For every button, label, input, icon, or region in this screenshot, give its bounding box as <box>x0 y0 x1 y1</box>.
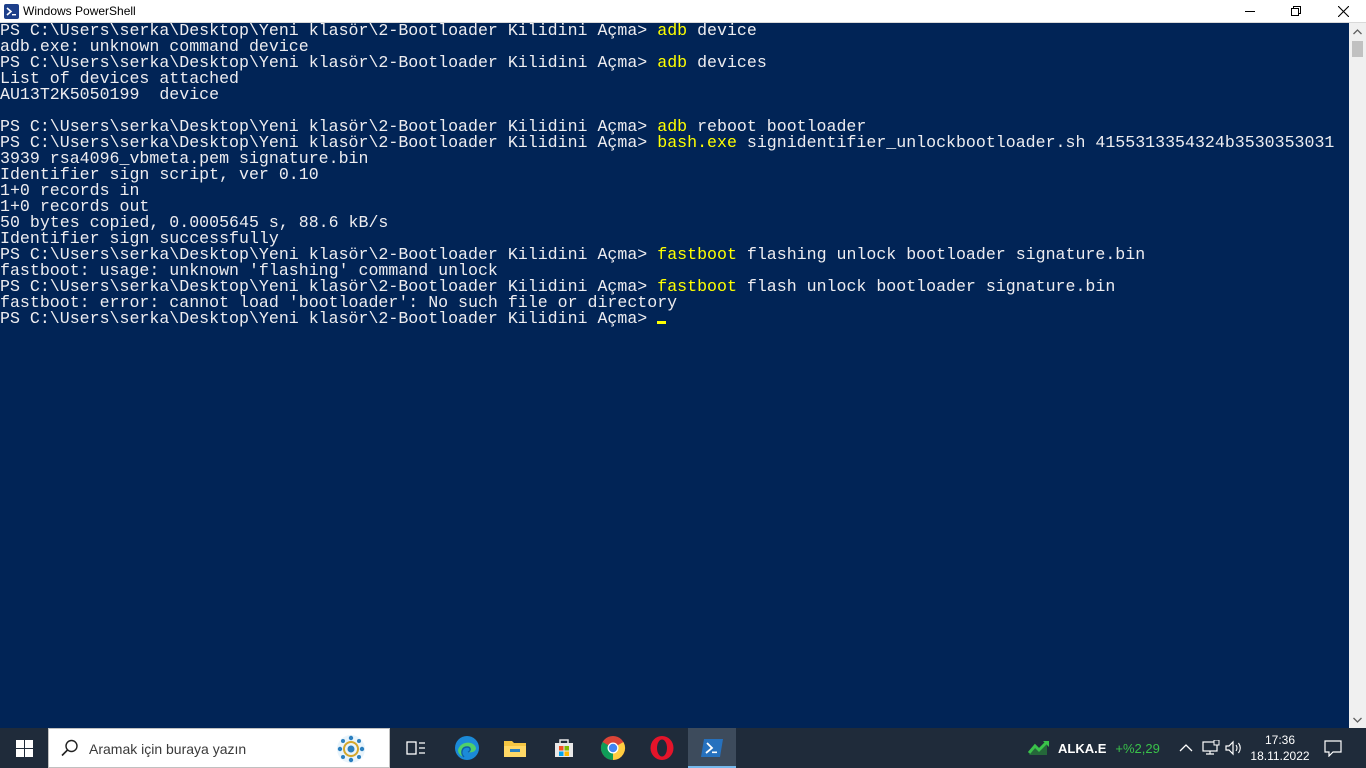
command-name: adb <box>657 53 688 72</box>
powershell-app-icon <box>4 4 19 19</box>
stock-symbol: ALKA.E <box>1058 740 1107 756</box>
edge-taskbar-button[interactable] <box>443 728 491 768</box>
clock[interactable]: 17:36 18.11.2022 <box>1246 732 1314 764</box>
start-button[interactable] <box>0 728 48 768</box>
powershell-taskbar-button[interactable] <box>688 728 736 768</box>
text-cursor <box>657 321 667 324</box>
command-args: devices <box>687 53 767 72</box>
network-icon <box>1202 740 1220 755</box>
taskbar: Aramak için buraya yazın ALKA.E +%2,29 1… <box>0 728 1366 768</box>
notification-icon <box>1324 739 1342 757</box>
close-icon <box>1337 5 1349 17</box>
stock-widget[interactable]: ALKA.E +%2,29 <box>1028 728 1160 768</box>
show-hidden-icons-button[interactable] <box>1179 728 1193 768</box>
minimize-button[interactable] <box>1227 0 1273 22</box>
vertical-scrollbar[interactable] <box>1349 23 1366 728</box>
microsoft-store-taskbar-button[interactable] <box>540 728 588 768</box>
volume-button[interactable] <box>1225 728 1243 768</box>
command-args: flash unlock bootloader signature.bin <box>736 277 1116 296</box>
console-prompt-line: PS C:\Users\serka\Desktop\Yeni klasör\2-… <box>0 309 1349 328</box>
stock-change: +%2,29 <box>1115 740 1160 756</box>
console-text: PS C:\Users\serka\Desktop\Yeni klasör\2-… <box>0 23 1349 327</box>
windows-start-icon <box>15 739 33 757</box>
prompt-path: PS C:\Users\serka\Desktop\Yeni klasör\2-… <box>0 309 658 328</box>
close-button[interactable] <box>1320 0 1366 22</box>
search-highlight-icon[interactable] <box>335 733 367 765</box>
restore-icon <box>1291 6 1301 16</box>
notification-center-button[interactable] <box>1318 728 1348 768</box>
console-output[interactable]: PS C:\Users\serka\Desktop\Yeni klasör\2-… <box>0 23 1349 728</box>
edge-icon <box>455 736 479 760</box>
opera-taskbar-button[interactable] <box>638 728 686 768</box>
scroll-up-icon[interactable] <box>1349 23 1366 40</box>
microsoft-store-icon <box>555 739 573 757</box>
search-placeholder: Aramak için buraya yazın <box>89 741 247 757</box>
file-explorer-icon <box>504 741 526 757</box>
chrome-icon <box>600 736 626 760</box>
restore-button[interactable] <box>1273 0 1319 22</box>
scroll-down-icon[interactable] <box>1349 711 1366 728</box>
stock-up-icon <box>1028 740 1049 755</box>
command-name: adb <box>657 23 688 40</box>
task-view-button[interactable] <box>392 728 440 768</box>
scrollbar-thumb[interactable] <box>1352 41 1363 57</box>
chrome-taskbar-button[interactable] <box>589 728 637 768</box>
command-args: signidentifier_unlockbootloader.sh 41553… <box>736 133 1335 152</box>
volume-icon <box>1225 740 1241 756</box>
search-icon <box>61 739 78 757</box>
search-box[interactable]: Aramak için buraya yazın <box>48 728 390 768</box>
opera-icon <box>650 736 674 760</box>
command-name: fastboot <box>657 245 737 264</box>
command-args: device <box>687 23 757 40</box>
console-output-line: 1+0 records in <box>0 181 140 200</box>
clock-time: 17:36 <box>1264 733 1296 747</box>
clock-date: 18.11.2022 <box>1250 749 1310 763</box>
console-output-line: Identifier sign script, ver 0.10 <box>0 165 319 184</box>
window-title: Windows PowerShell <box>23 4 136 18</box>
chevron-up-icon <box>1179 744 1193 752</box>
console-output-line: AU13T2K5050199 device <box>0 85 220 104</box>
command-args: flashing unlock bootloader signature.bin <box>736 245 1146 264</box>
task-view-icon <box>406 741 425 755</box>
network-button[interactable] <box>1202 728 1220 768</box>
file-explorer-taskbar-button[interactable] <box>491 728 539 768</box>
command-name: bash.exe <box>657 133 737 152</box>
window-titlebar[interactable]: Windows PowerShell <box>0 0 1366 23</box>
minimize-icon <box>1245 11 1255 12</box>
powershell-icon <box>701 739 723 757</box>
